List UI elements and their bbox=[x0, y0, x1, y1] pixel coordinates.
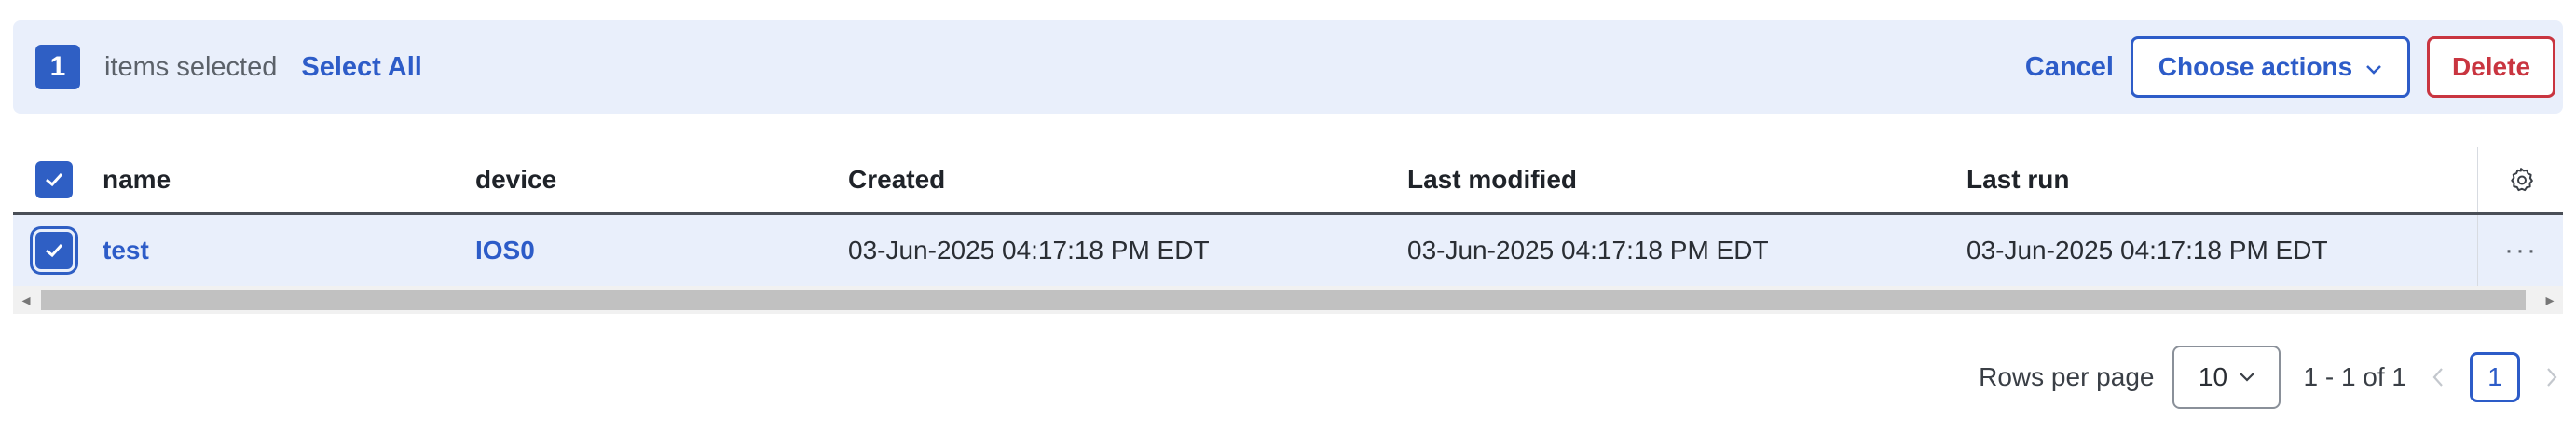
column-header-last-run[interactable]: Last run bbox=[1966, 147, 2069, 212]
choose-actions-label: Choose actions bbox=[2158, 52, 2353, 81]
column-header-name[interactable]: name bbox=[103, 147, 171, 212]
row-device-link[interactable]: IOS0 bbox=[475, 215, 535, 286]
scrollbar-thumb[interactable] bbox=[41, 290, 2526, 310]
pagination: Rows per page 10 1 - 1 of 1 1 bbox=[1979, 345, 2563, 410]
table-row[interactable]: test IOS0 03-Jun-2025 04:17:18 PM EDT 03… bbox=[13, 215, 2563, 286]
column-header-device[interactable]: device bbox=[475, 147, 556, 212]
chevron-right-icon bbox=[2547, 368, 2557, 387]
selected-text: items selected bbox=[104, 51, 278, 82]
chevron-down-icon bbox=[2365, 52, 2382, 82]
column-header-created[interactable]: Created bbox=[848, 147, 945, 212]
column-header-last-modified[interactable]: Last modified bbox=[1407, 147, 1577, 212]
choose-actions-button[interactable]: Choose actions bbox=[2131, 36, 2410, 98]
rows-per-page-select[interactable]: 10 bbox=[2172, 346, 2281, 409]
selected-count-badge: 1 bbox=[35, 45, 80, 89]
more-horizontal-icon: ··· bbox=[2504, 235, 2538, 265]
delete-button[interactable]: Delete bbox=[2427, 36, 2555, 98]
page-button-current[interactable]: 1 bbox=[2470, 352, 2520, 402]
header-select-cell bbox=[35, 147, 73, 212]
row-more-button[interactable]: ··· bbox=[2477, 215, 2564, 286]
check-icon bbox=[46, 172, 63, 187]
select-all-checkbox[interactable] bbox=[35, 161, 73, 198]
check-icon bbox=[46, 243, 63, 258]
gear-icon bbox=[2511, 168, 2533, 192]
scroll-left-arrow[interactable]: ◂ bbox=[13, 286, 39, 314]
selection-bar: 1 items selected Select All Cancel Choos… bbox=[13, 20, 2563, 114]
table-header-row: name device Created Last modified Last r… bbox=[13, 147, 2563, 215]
column-settings-button[interactable] bbox=[2477, 147, 2564, 212]
row-last-modified: 03-Jun-2025 04:17:18 PM EDT bbox=[1407, 236, 1769, 264]
row-checkbox[interactable] bbox=[30, 226, 78, 275]
data-table: name device Created Last modified Last r… bbox=[13, 147, 2563, 314]
previous-page-button[interactable] bbox=[2427, 366, 2449, 388]
row-name-link[interactable]: test bbox=[103, 215, 149, 286]
selection-actions: Cancel Choose actions Delete bbox=[2025, 36, 2555, 98]
row-select-cell bbox=[30, 215, 78, 286]
rows-per-page-value: 10 bbox=[2198, 362, 2228, 391]
page-range: 1 - 1 of 1 bbox=[2303, 362, 2406, 391]
chevron-left-icon bbox=[2432, 368, 2443, 387]
scroll-right-arrow[interactable]: ▸ bbox=[2537, 286, 2563, 314]
horizontal-scrollbar[interactable]: ◂ ▸ bbox=[13, 286, 2563, 314]
cancel-button[interactable]: Cancel bbox=[2025, 52, 2114, 83]
next-page-button[interactable] bbox=[2541, 366, 2563, 388]
row-last-run: 03-Jun-2025 04:17:18 PM EDT bbox=[1966, 236, 2328, 264]
rows-per-page-label: Rows per page bbox=[1979, 362, 2155, 391]
row-created: 03-Jun-2025 04:17:18 PM EDT bbox=[848, 236, 1210, 264]
select-all-link[interactable]: Select All bbox=[301, 52, 421, 83]
chevron-down-icon bbox=[2240, 373, 2254, 382]
